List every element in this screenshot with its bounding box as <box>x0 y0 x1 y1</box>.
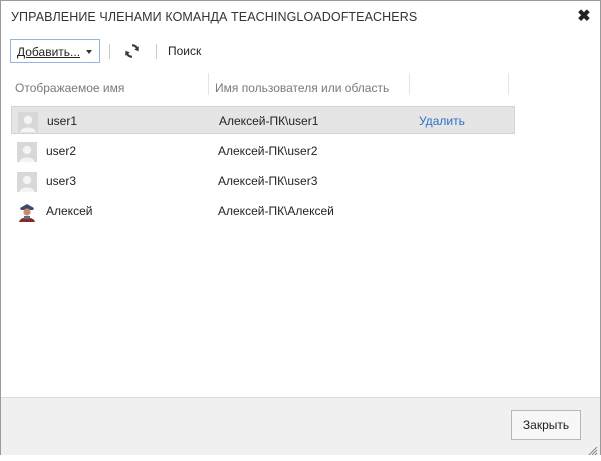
manage-members-dialog: УПРАВЛЕНИЕ ЧЛЕНАМИ КОМАНДА TEACHINGLOADO… <box>0 0 601 456</box>
column-header-row: Отображаемое имя Имя пользователя или об… <box>11 73 520 103</box>
table-row[interactable]: user3 Алексей-ПК\user3 <box>11 167 515 195</box>
toolbar-divider <box>156 44 157 59</box>
table-row[interactable]: user2 Алексей-ПК\user2 <box>11 137 515 165</box>
dialog-title-bar: УПРАВЛЕНИЕ ЧЛЕНАМИ КОМАНДА TEACHINGLOADO… <box>1 1 600 34</box>
chevron-down-icon <box>86 50 92 54</box>
search-button[interactable]: Поиск <box>168 44 201 58</box>
add-button[interactable]: Добавить... <box>10 39 100 63</box>
member-account: Алексей-ПК\user2 <box>218 144 318 158</box>
user-avatar-icon <box>17 142 37 162</box>
column-divider[interactable] <box>508 73 509 95</box>
toolbar: Добавить... Поиск <box>10 39 590 65</box>
close-button[interactable]: Закрыть <box>511 410 581 440</box>
table-row[interactable]: user1 Алексей-ПК\user1 Удалить <box>11 106 515 134</box>
user-avatar-icon <box>18 112 38 132</box>
table-row[interactable]: Алексей Алексей-ПК\Алексей <box>11 197 515 225</box>
member-name: user3 <box>46 174 77 188</box>
member-name: user1 <box>47 114 78 128</box>
column-header-user-or-scope[interactable]: Имя пользователя или область <box>215 81 389 95</box>
toolbar-divider <box>109 44 110 59</box>
member-name: user2 <box>46 144 77 158</box>
member-name: Алексей <box>46 204 93 218</box>
user-avatar-icon <box>17 172 37 192</box>
close-icon[interactable]: ✖ <box>576 9 592 25</box>
remove-link[interactable]: Удалить <box>419 114 465 128</box>
member-account: Алексей-ПК\user1 <box>219 114 319 128</box>
member-account: Алексей-ПК\Алексей <box>218 204 334 218</box>
resize-grip-icon[interactable] <box>588 443 598 456</box>
member-account: Алексей-ПК\user3 <box>218 174 318 188</box>
dialog-footer: Закрыть <box>1 397 600 456</box>
add-button-label: Добавить... <box>17 45 81 59</box>
column-divider[interactable] <box>409 73 410 95</box>
user-photo-icon <box>17 202 37 222</box>
dialog-title: УПРАВЛЕНИЕ ЧЛЕНАМИ КОМАНДА TEACHINGLOADO… <box>11 10 418 24</box>
column-header-display-name[interactable]: Отображаемое имя <box>15 81 124 95</box>
refresh-icon[interactable] <box>124 43 140 59</box>
column-divider[interactable] <box>208 73 209 95</box>
